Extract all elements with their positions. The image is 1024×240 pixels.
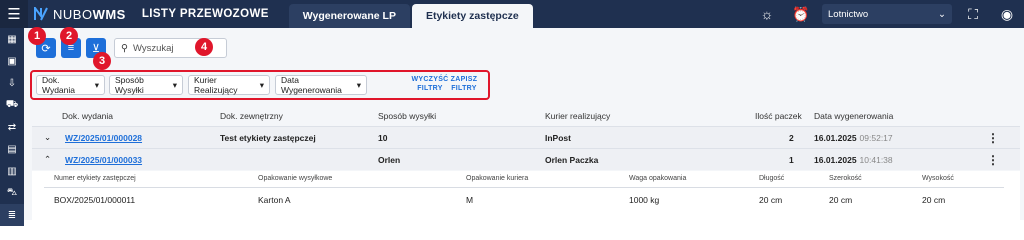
inventory-icon[interactable]: ▣ bbox=[0, 50, 24, 72]
external-doc-cell: Test etykiety zastępczej bbox=[220, 132, 316, 143]
detail-header-height: Wysokość bbox=[922, 175, 954, 182]
caret-down-icon: ▾ bbox=[172, 79, 177, 90]
table-header-row: Dok. wydania Dok. zewnętrzny Sposób wysy… bbox=[32, 106, 1020, 126]
page-title: LISTY PRZEWOZOWE bbox=[141, 8, 269, 20]
app-logo: NUBO WMS bbox=[34, 7, 126, 22]
filter-courier[interactable]: Kurier Realizujący ▾ bbox=[188, 75, 270, 95]
company-select[interactable]: Lotnictwo ⌄ bbox=[822, 4, 952, 24]
detail-header-weight: Waga opakowania bbox=[629, 175, 687, 182]
package-count-cell: 2 bbox=[789, 132, 794, 143]
courier-cell: InPost bbox=[545, 132, 571, 143]
tab-bar: Wygenerowane LP Etykiety zastępcze bbox=[288, 0, 535, 28]
detail-divider bbox=[44, 187, 1004, 188]
filter-generation-date-label: Data Wygenerowania bbox=[281, 75, 342, 95]
detail-height: 20 cm bbox=[922, 195, 946, 205]
header-generation-date[interactable]: Data wygenerowania bbox=[814, 106, 893, 126]
header-issue-doc[interactable]: Dok. wydania bbox=[62, 106, 113, 126]
detail-header-shipping-package: Opakowanie wysyłkowe bbox=[258, 175, 333, 182]
courier-cell: Orlen Paczka bbox=[545, 154, 599, 165]
detail-courier-package: M bbox=[466, 195, 474, 205]
brightness-icon[interactable]: ☼ bbox=[756, 3, 778, 25]
detail-header-length: Długość bbox=[759, 175, 785, 182]
main-content: ⟳ ≡ ⊻ ⚲ Wyszukaj 1 2 3 4 Dok. Wydania ▾ S… bbox=[24, 27, 1024, 220]
date-value: 16.01.2025 bbox=[814, 132, 857, 143]
shipping-method-cell: 10 bbox=[378, 132, 388, 143]
logo-prefix: NUBO bbox=[53, 6, 93, 22]
caret-down-icon: ▾ bbox=[94, 79, 99, 90]
detail-width: 20 cm bbox=[829, 195, 853, 205]
filter-issue-doc[interactable]: Dok. Wydania ▾ bbox=[36, 75, 105, 95]
user-account-icon[interactable]: ◉ bbox=[996, 3, 1018, 25]
filter-shipping-method[interactable]: Sposób Wysyłki ▾ bbox=[109, 75, 183, 95]
search-icon: ⚲ bbox=[121, 42, 128, 54]
shipping-method-cell: Orlen bbox=[378, 154, 401, 165]
caret-down-icon: ▾ bbox=[356, 79, 361, 90]
detail-weight: 1000 kg bbox=[629, 195, 660, 205]
alarm-icon[interactable]: ⏰ bbox=[790, 3, 812, 25]
top-right-controls: ☼ ⏰ Lotnictwo ⌄ ⛶ ◉ bbox=[750, 0, 1024, 28]
row-more-options-icon[interactable]: ⋮ bbox=[987, 127, 999, 148]
forklift-icon[interactable]: ⛍ bbox=[0, 182, 24, 204]
detail-length: 20 cm bbox=[759, 195, 783, 205]
header-shipping-method[interactable]: Sposób wysyłki bbox=[378, 106, 436, 126]
search-placeholder: Wyszukaj bbox=[132, 42, 174, 54]
collapse-chevron-icon[interactable]: ⌃ bbox=[44, 149, 51, 170]
detail-header-label-number: Numer etykiety zastępczej bbox=[54, 175, 136, 182]
annotation-badge-2: 2 bbox=[60, 27, 78, 45]
sidebar: ▦ ▣ ⇩ ⛟ ⇄ ▤ ▥ ⛍ ≣ bbox=[0, 28, 24, 226]
detail-shipping-package: Karton A bbox=[258, 195, 291, 205]
fullscreen-icon[interactable]: ⛶ bbox=[962, 3, 984, 25]
logo-suffix: WMS bbox=[92, 6, 126, 22]
filter-issue-doc-label: Dok. Wydania bbox=[42, 75, 75, 95]
table-row[interactable]: ⌄ WZ/2025/01/000028 Test etykiety zastęp… bbox=[32, 126, 1020, 148]
generation-date-cell: 16.01.2025 09:52:17 bbox=[814, 127, 893, 148]
filter-shipping-method-label: Sposób Wysyłki bbox=[115, 75, 144, 95]
issue-doc-link[interactable]: WZ/2025/01/000028 bbox=[65, 127, 142, 148]
time-value: 10:41:38 bbox=[859, 154, 893, 165]
shipping-lists-icon[interactable]: ≣ bbox=[0, 204, 24, 226]
filter-courier-label: Kurier Realizujący bbox=[194, 75, 238, 95]
generation-date-cell: 16.01.2025 10:41:38 bbox=[814, 149, 893, 170]
logo-mark-icon bbox=[34, 7, 48, 21]
company-select-value: Lotnictwo bbox=[828, 8, 869, 20]
detail-header-courier-package: Opakowanie kuriera bbox=[466, 175, 529, 182]
annotation-badge-3: 3 bbox=[93, 52, 111, 70]
tab-replacement-labels[interactable]: Etykiety zastępcze bbox=[411, 4, 533, 28]
shipping-labels-table: Dok. wydania Dok. zewnętrzny Sposób wysy… bbox=[32, 106, 1020, 170]
date-value: 16.01.2025 bbox=[814, 154, 857, 165]
expanded-row-detail: Numer etykiety zastępczej Opakowanie wys… bbox=[32, 171, 1020, 220]
transfer-icon[interactable]: ⇄ bbox=[0, 116, 24, 138]
chevron-down-icon: ⌄ bbox=[938, 8, 946, 20]
tab-generated-lp[interactable]: Wygenerowane LP bbox=[288, 4, 410, 28]
row-more-options-icon[interactable]: ⋮ bbox=[987, 149, 999, 170]
issue-doc-link[interactable]: WZ/2025/01/000033 bbox=[65, 149, 142, 170]
header-courier[interactable]: Kurier realizujący bbox=[545, 106, 610, 126]
detail-header-width: Szerokość bbox=[829, 175, 862, 182]
truck-icon[interactable]: ⛟ bbox=[0, 94, 24, 116]
table-row[interactable]: ⌃ WZ/2025/01/000033 Orlen Orlen Paczka 1… bbox=[32, 148, 1020, 170]
annotation-badge-4: 4 bbox=[195, 38, 213, 56]
header-package-count[interactable]: Ilość paczek bbox=[755, 106, 802, 126]
expand-chevron-icon[interactable]: ⌄ bbox=[44, 127, 51, 148]
detail-label-number: BOX/2025/01/000011 bbox=[54, 195, 136, 205]
header-external-doc[interactable]: Dok. zewnętrzny bbox=[220, 106, 283, 126]
filter-generation-date[interactable]: Data Wygenerowania ▾ bbox=[275, 75, 367, 95]
hamburger-menu-icon[interactable]: ☰ bbox=[0, 0, 28, 28]
dashboard-icon[interactable]: ▦ bbox=[0, 28, 24, 50]
top-bar: ☰ NUBO WMS LISTY PRZEWOZOWE Wygenerowane … bbox=[0, 0, 1024, 28]
package-count-cell: 1 bbox=[789, 154, 794, 165]
receiving-icon[interactable]: ⇩ bbox=[0, 72, 24, 94]
reports-icon[interactable]: ▥ bbox=[0, 160, 24, 182]
map-icon[interactable]: ▤ bbox=[0, 138, 24, 160]
time-value: 09:52:17 bbox=[859, 132, 893, 143]
save-filters-link[interactable]: ZAPISZ FILTRY bbox=[444, 75, 484, 93]
annotation-badge-1: 1 bbox=[28, 27, 46, 45]
caret-down-icon: ▾ bbox=[259, 79, 264, 90]
